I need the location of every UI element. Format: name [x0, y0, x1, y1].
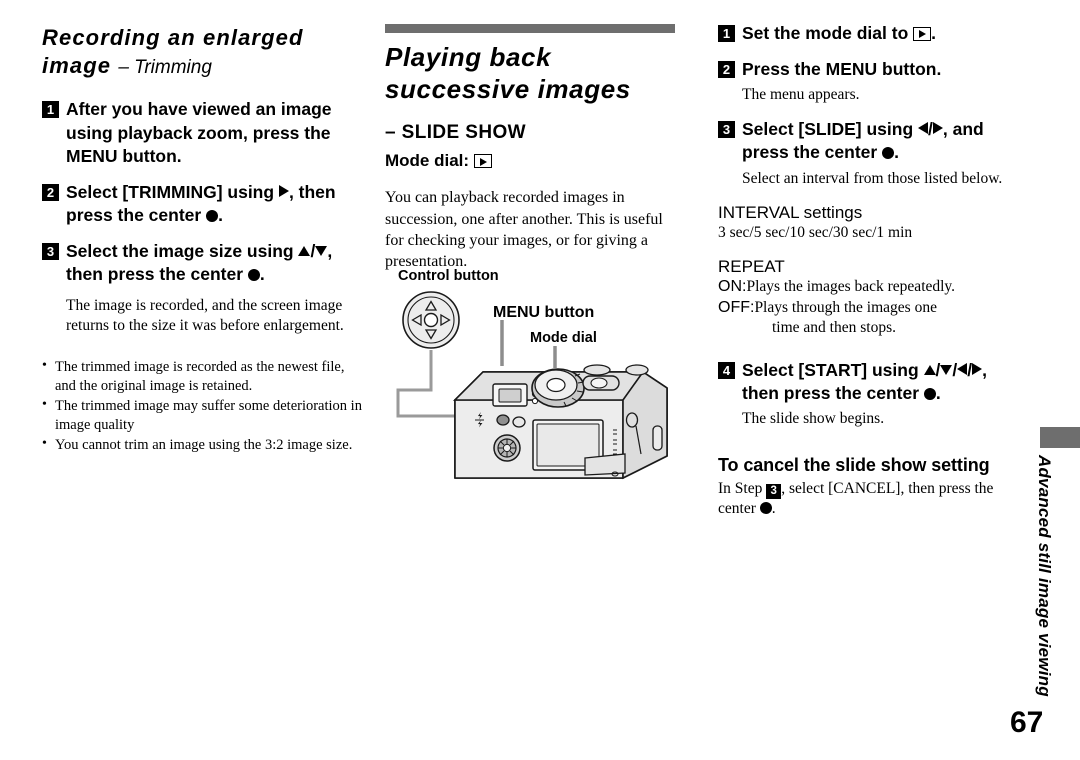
step-number-badge: 4	[718, 361, 735, 379]
left-step-2-text-after: .	[218, 204, 223, 225]
left-step-3-body: The image is recorded, and the screen im…	[66, 297, 344, 335]
triangle-left-icon	[918, 122, 928, 135]
triangle-left-icon	[957, 362, 968, 375]
cancel-heading: To cancel the slide show setting	[718, 454, 990, 475]
step-number-badge: 1	[718, 25, 735, 42]
cancel-text-after: .	[771, 500, 776, 517]
playback-box-icon	[474, 154, 493, 169]
filled-circle-icon	[882, 147, 895, 160]
left-bullet-list: The trimmed image is recorded as the new…	[42, 357, 362, 455]
cancel-text: In Step 3, select [CANCEL], then press t…	[718, 479, 1018, 519]
filled-circle-icon	[247, 269, 260, 282]
middle-column-heading: Playing back successive images	[385, 42, 680, 105]
cancel-text-before: In Step	[718, 479, 767, 497]
repeat-off-key: OFF:	[718, 298, 755, 316]
step-text: Select [START] using / / /, then press the…	[742, 359, 987, 403]
right-step-4-body: The slide show begins.	[742, 409, 885, 427]
middle-intro-paragraph: You can playback recorded images in succ…	[385, 189, 663, 270]
step-text: After you have viewed an image using pla…	[66, 98, 362, 167]
middle-column: Playing back successive images – SLIDE S…	[385, 24, 680, 272]
triangle-down-icon	[940, 364, 953, 375]
middle-heading-line1: Playing back	[385, 42, 552, 72]
interval-heading: INTERVAL settings	[718, 202, 863, 222]
triangle-right-icon	[972, 362, 983, 375]
repeat-on-line: ON:Plays the images back repeatedly.	[718, 277, 1018, 298]
mode-dial-label: Mode dial:	[385, 151, 470, 171]
left-step-3-text-end: .	[259, 264, 265, 285]
step-text: Select the image size using /, then pres…	[66, 240, 362, 286]
section-rule	[385, 24, 675, 33]
triangle-right-icon	[932, 122, 943, 135]
left-step-2: 2 Select [TRIMMING] using , then press t…	[42, 181, 362, 227]
left-step-1-text: After you have viewed an image using pla…	[66, 99, 332, 166]
right-step-2-body: The menu appears.	[742, 86, 860, 104]
middle-subtitle: – SLIDE SHOW	[385, 122, 526, 144]
right-step-4: 4 Select [START] using / / /, then press t…	[718, 359, 1018, 405]
manual-page: Recording an enlarged image – Trimming 1…	[0, 0, 1080, 760]
right-column: 1 Set the mode dial to . 2 Press the MEN…	[718, 22, 1018, 519]
right-step-3-text-after: .	[894, 142, 899, 163]
repeat-on-key: ON:	[718, 277, 747, 295]
left-heading-line2-sub: – Trimming	[118, 57, 212, 79]
triangle-down-icon	[315, 245, 328, 256]
repeat-off-value-line1: Plays through the images one	[754, 298, 937, 316]
step-number-badge: 1	[42, 101, 59, 119]
right-step-3-body: Select an interval from those listed bel…	[742, 169, 1003, 187]
repeat-off-line: OFF:Plays through the images one	[718, 298, 1018, 319]
side-tab-marker	[1040, 427, 1080, 448]
right-step-2: 2 Press the MENU button.	[718, 58, 1018, 81]
side-tab-label: Advanced still image viewing	[1035, 455, 1054, 697]
interval-values: 3 sec/5 sec/10 sec/30 sec/1 min	[718, 223, 913, 241]
triangle-up-icon	[923, 364, 936, 375]
step-text: Select [SLIDE] using /, and press the ce…	[742, 118, 1018, 164]
mode-dial-line: Mode dial:	[385, 151, 680, 171]
right-step-4-text-before: Select [START] using	[742, 359, 924, 380]
triangle-right-icon	[278, 184, 289, 197]
playback-box-icon	[913, 27, 932, 41]
right-step-3-text-before: Select [SLIDE] using	[742, 119, 918, 140]
step-number-badge: 2	[718, 61, 735, 79]
right-step-3: 3 Select [SLIDE] using /, and press the …	[718, 118, 1018, 164]
step-text: Press the MENU button.	[742, 59, 942, 80]
list-item: The trimmed image is recorded as the new…	[42, 357, 362, 396]
repeat-on-value: Plays the images back repeatedly.	[746, 277, 956, 295]
left-step-3: 3 Select the image size using /, then pr…	[42, 240, 362, 286]
step-text: Select [TRIMMING] using , then press the…	[66, 181, 362, 227]
triangle-up-icon	[298, 245, 311, 256]
camera-figure: Control button MENU button Mode dial	[385, 268, 685, 488]
step-number-badge: 3	[42, 242, 59, 260]
middle-heading-line2: successive images	[385, 73, 631, 104]
repeat-heading: REPEAT	[718, 256, 785, 276]
repeat-off-line2: time and then stops.	[772, 319, 896, 337]
left-step-2-text-before: Select [TRIMMING] using	[66, 181, 279, 202]
list-item: You cannot trim an image using the 3:2 i…	[42, 435, 362, 455]
inline-step-badge: 3	[766, 483, 782, 499]
left-heading-line1: Recording an enlarged	[42, 25, 304, 50]
left-column: Recording an enlarged image – Trimming 1…	[42, 24, 362, 456]
filled-circle-icon	[206, 209, 219, 222]
page-number: 67	[1010, 706, 1044, 739]
left-heading-line2-bold: image	[42, 53, 112, 79]
step-text: Set the mode dial to .	[742, 22, 936, 45]
step-number-badge: 3	[718, 121, 735, 139]
filled-circle-icon	[759, 502, 772, 514]
right-step-1-text-before: Set the mode dial to	[742, 23, 914, 43]
filled-circle-icon	[923, 387, 936, 400]
camera-illustration-svg	[396, 291, 668, 480]
step-number-badge: 2	[42, 183, 59, 201]
right-step-1: 1 Set the mode dial to .	[718, 22, 1018, 45]
left-step-1: 1 After you have viewed an image using p…	[42, 98, 362, 167]
right-step-4-text-after: .	[935, 382, 941, 403]
left-column-heading: Recording an enlarged image – Trimming	[42, 24, 362, 80]
left-step-3-text-before: Select the image size using	[66, 240, 299, 261]
right-step-1-text-after: .	[931, 23, 937, 43]
list-item: The trimmed image may suffer some deteri…	[42, 396, 362, 435]
